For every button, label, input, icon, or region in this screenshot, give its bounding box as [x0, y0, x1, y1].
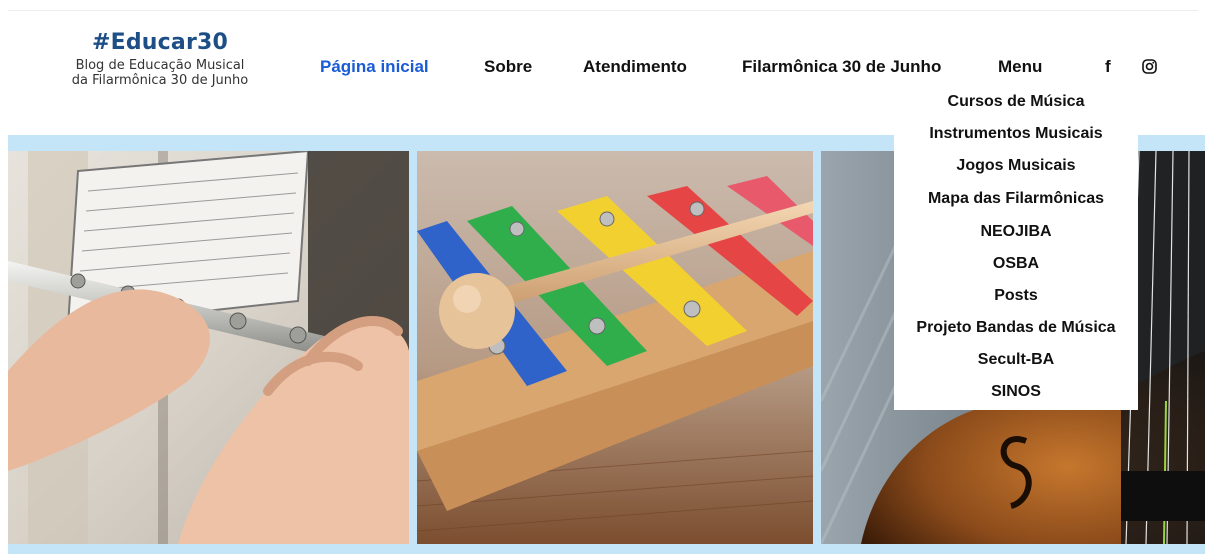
nav-menu[interactable]: Menu [998, 56, 1042, 78]
xylophone-photo [417, 151, 813, 544]
instagram-icon[interactable] [1142, 59, 1157, 74]
logo-subtitle: Blog de Educação Musical da Filarmônica … [60, 58, 260, 88]
logo-subtitle-line2: da Filarmônica 30 de Junho [71, 73, 249, 88]
logo-subtitle-line1: Blog de Educação Musical [75, 58, 245, 73]
facebook-icon[interactable]: f [1105, 58, 1111, 76]
menu-item-instrumentos[interactable]: Instrumentos Musicais [894, 124, 1138, 144]
menu-item-cursos[interactable]: Cursos de Música [894, 92, 1138, 112]
menu-dropdown: Cursos de Música Instrumentos Musicais J… [894, 88, 1138, 410]
menu-item-jogos[interactable]: Jogos Musicais [894, 156, 1138, 176]
logo-title: #Educar30 [91, 30, 229, 55]
menu-item-sinos[interactable]: SINOS [894, 382, 1138, 402]
menu-item-mapa[interactable]: Mapa das Filarmônicas [894, 189, 1138, 209]
menu-item-posts[interactable]: Posts [894, 286, 1138, 306]
site-logo[interactable]: #Educar30 Blog de Educação Musical da Fi… [60, 30, 260, 88]
menu-item-projeto-bandas[interactable]: Projeto Bandas de Música [894, 318, 1138, 338]
nav-about[interactable]: Sobre [484, 56, 532, 78]
nav-filarmonica[interactable]: Filarmônica 30 de Junho [742, 56, 941, 78]
menu-item-neojiba[interactable]: NEOJIBA [894, 222, 1138, 242]
flute-photo [8, 151, 409, 544]
menu-item-osba[interactable]: OSBA [894, 254, 1138, 274]
header-divider [8, 10, 1198, 11]
nav-service[interactable]: Atendimento [583, 56, 687, 78]
nav-home[interactable]: Página inicial [320, 56, 429, 78]
menu-item-secult[interactable]: Secult-BA [894, 350, 1138, 370]
